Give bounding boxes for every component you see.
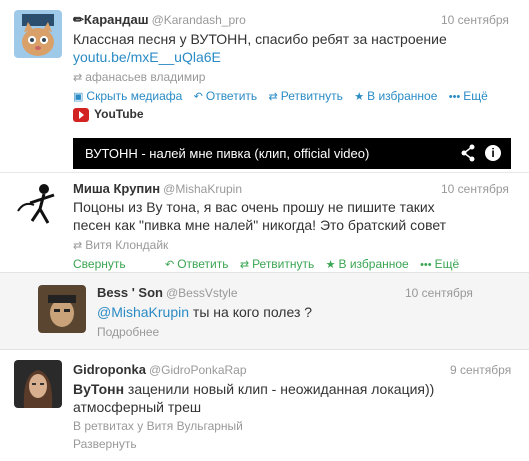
- video-title[interactable]: ВУТОНН - налей мне пивка (клип, official…: [85, 146, 369, 161]
- avatar-gidroponka[interactable]: [14, 360, 62, 408]
- tweet-4: Gidroponka @GidroPonkaRap 9 сентября ВуТо…: [0, 350, 529, 461]
- author-name[interactable]: Gidroponka @GidroPonkaRap: [73, 362, 247, 377]
- favorite-label: В избранное: [367, 89, 438, 103]
- more-button[interactable]: ••• Ещё: [449, 89, 488, 103]
- tweet-1: ✏Карандаш @Karandash_pro 10 сентября Клас…: [0, 0, 529, 172]
- retweet-button[interactable]: ⇄ Ретвитнуть: [269, 89, 343, 103]
- favorite-label: В избранное: [338, 257, 409, 271]
- star-icon: ★: [354, 91, 365, 103]
- author-name-text[interactable]: Миша Крупин: [73, 181, 160, 196]
- tweet-text: @MishaKrupin ты на кого полез ?: [97, 303, 312, 321]
- author-name-text[interactable]: Gidroponka: [73, 362, 146, 377]
- retweet-button[interactable]: ⇄ Ретвитнуть: [240, 257, 314, 271]
- reply-button[interactable]: ↶ Ответить: [165, 257, 229, 271]
- tweet-text-line2: атмосферный треш: [73, 399, 202, 415]
- author-name[interactable]: Bess ' Son @BessVstyle: [97, 285, 238, 300]
- retweet-info: ⇄ афанасьев владимир: [73, 70, 205, 84]
- share-icon[interactable]: [460, 144, 476, 165]
- collapse-label: Свернуть: [73, 257, 126, 271]
- retweet-label: Ретвитнуть: [280, 89, 343, 103]
- tweet-time[interactable]: 10 сентября: [441, 13, 509, 27]
- avatar-karandash[interactable]: [14, 10, 62, 58]
- expand-link[interactable]: Развернуть: [73, 437, 137, 451]
- more-label: Ещё: [463, 89, 488, 103]
- more-icon: •••: [420, 259, 432, 271]
- author-handle[interactable]: @Karandash_pro: [152, 13, 246, 27]
- retweeted-by[interactable]: афанасьев владимир: [85, 70, 205, 84]
- hide-media-label: Скрыть медиафа: [86, 89, 183, 103]
- info-icon[interactable]: i: [485, 145, 501, 161]
- hide-media-button[interactable]: ▣ Скрыть медиафа: [73, 89, 182, 103]
- media-icon: ▣: [73, 91, 84, 103]
- tweet-actions: Свернуть ↶ Ответить ⇄ Ретвитнуть ★ В избран…: [73, 257, 467, 271]
- collapse-button[interactable]: Свернуть: [73, 257, 126, 271]
- favorite-button[interactable]: ★ В избранное: [326, 257, 409, 271]
- youtube-logo-icon: [73, 107, 89, 122]
- reply-label: Ответить: [177, 257, 229, 271]
- favorite-button[interactable]: ★ В избранное: [354, 89, 437, 103]
- tweet-actions: ▣ Скрыть медиафа ↶ Ответить ⇄ Ретвитнуть ★ В…: [73, 89, 496, 103]
- tweet-text-line1: ВуТонн заценили новый клип - неожиданная…: [73, 380, 434, 398]
- tweet-text-body: заценили новый клип - неожиданная локаци…: [124, 381, 435, 397]
- retweet-label: Ретвитнуть: [252, 257, 315, 271]
- tweet-time[interactable]: 10 сентября: [441, 182, 509, 196]
- more-button[interactable]: ••• Ещё: [420, 257, 459, 271]
- retweeted-by[interactable]: Витя Клондайк: [85, 238, 168, 252]
- retweet-icon: ⇄: [73, 72, 83, 84]
- reply-icon: ↶: [193, 91, 203, 103]
- retweet-icon: ⇄: [73, 240, 83, 252]
- author-name[interactable]: ✏Карандаш @Karandash_pro: [73, 12, 246, 28]
- star-icon: ★: [325, 259, 336, 271]
- reply-icon: ↶: [164, 259, 175, 271]
- media-source[interactable]: YouTube: [73, 107, 144, 122]
- avatar-mishakrupin[interactable]: [14, 181, 62, 229]
- retweet-info[interactable]: В ретвитах у Витя Вульгарный: [73, 419, 243, 433]
- media-source-label: YouTube: [94, 107, 144, 121]
- reply-button[interactable]: ↶ Ответить: [194, 89, 258, 103]
- more-label: Ещё: [434, 257, 460, 271]
- tweet-text: Классная песня у ВУТОНН, спасибо ребят з…: [73, 31, 447, 47]
- reply-label: Ответить: [205, 89, 258, 103]
- details-link[interactable]: Подробнее: [97, 325, 159, 339]
- tweet-time[interactable]: 9 сентября: [450, 363, 511, 377]
- tweet-text-body: ты на кого полез ?: [189, 304, 313, 320]
- tweet-link[interactable]: youtu.be/mxE__uQla6E: [73, 48, 221, 66]
- retweet-info: ⇄ Витя Клондайк: [73, 238, 168, 252]
- tweet-2: Миша Крупин @MishaKrupin 10 сентября Поцо…: [0, 172, 529, 272]
- retweet-icon: ⇄: [239, 259, 250, 271]
- video-player[interactable]: ВУТОНН - налей мне пивка (клип, official…: [73, 138, 511, 169]
- retweet-icon: ⇄: [268, 91, 278, 103]
- author-handle[interactable]: @GidroPonkaRap: [149, 363, 247, 377]
- tweet-3-reply: Bess ' Son @BessVstyle 10 сентября @Misha…: [0, 272, 529, 350]
- hashtag-bold: ВуТонн: [73, 381, 125, 397]
- more-icon: •••: [448, 91, 461, 103]
- author-handle[interactable]: @MishaKrupin: [163, 182, 242, 196]
- author-name[interactable]: Миша Крупин @MishaKrupin: [73, 181, 242, 196]
- tweet-time[interactable]: 10 сентября: [405, 286, 473, 300]
- author-name-text[interactable]: Bess ' Son: [97, 285, 163, 300]
- tweet-text-line1: Поцоны из Ву тона, я вас очень прошу не …: [73, 199, 435, 215]
- tweet-text-line2: песен как "пивка мне налей" никогда! Это…: [73, 217, 447, 233]
- author-name-text[interactable]: ✏Карандаш: [73, 12, 149, 27]
- mention-link[interactable]: @MishaKrupin: [97, 304, 189, 320]
- avatar-bessvstyle[interactable]: [38, 285, 86, 333]
- author-handle[interactable]: @BessVstyle: [166, 286, 238, 300]
